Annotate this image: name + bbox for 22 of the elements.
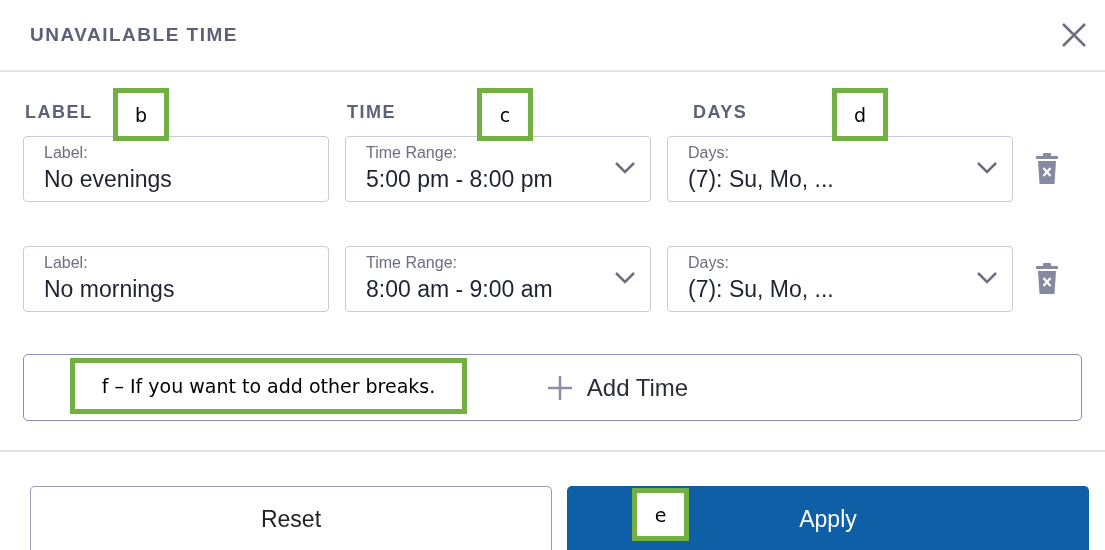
column-heading: DAYS bbox=[693, 102, 748, 123]
chevron-down-icon bbox=[614, 271, 636, 285]
annotation-callout: c bbox=[477, 88, 533, 141]
annotation-callout: d bbox=[832, 88, 888, 141]
dialog-title: UNAVAILABLE TIME bbox=[30, 24, 238, 46]
plus-icon bbox=[546, 374, 573, 401]
chevron-down-icon bbox=[976, 161, 998, 175]
days-dropdown[interactable]: Days: (7): Su, Mo, ... bbox=[667, 246, 1013, 312]
label-field[interactable]: Label: No mornings bbox=[23, 246, 329, 312]
chevron-down-icon bbox=[976, 271, 998, 285]
trash-icon[interactable] bbox=[1035, 153, 1058, 185]
annotation-callout: f – If you want to add other breaks. bbox=[70, 358, 467, 414]
time-range-dropdown[interactable]: Time Range: 8:00 am - 9:00 am bbox=[345, 246, 651, 312]
trash-icon[interactable] bbox=[1035, 263, 1058, 295]
close-icon[interactable] bbox=[1061, 22, 1087, 48]
column-heading: LABEL bbox=[25, 102, 93, 123]
reset-button[interactable]: Reset bbox=[30, 486, 552, 550]
days-dropdown[interactable]: Days: (7): Su, Mo, ... bbox=[667, 136, 1013, 202]
annotation-callout: e bbox=[632, 488, 689, 541]
annotation-callout: b bbox=[113, 88, 169, 141]
column-heading: TIME bbox=[347, 102, 396, 123]
chevron-down-icon bbox=[614, 161, 636, 175]
